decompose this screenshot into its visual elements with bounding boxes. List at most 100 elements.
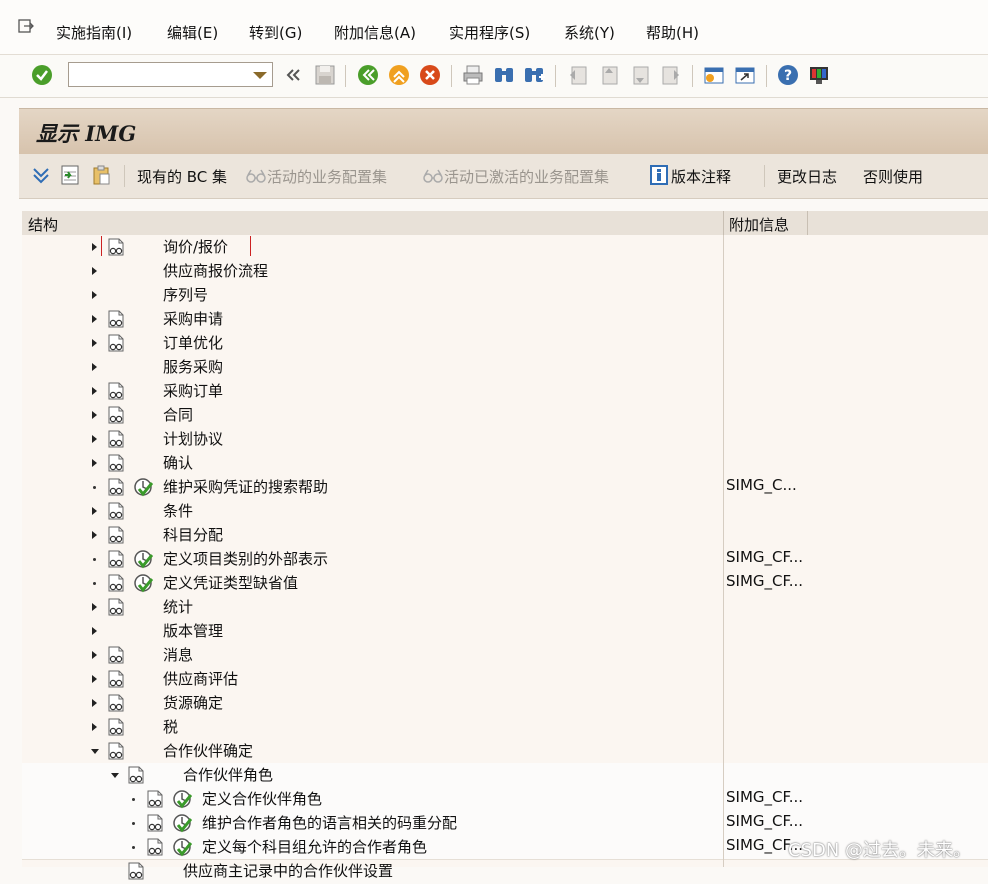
existing-bc-button[interactable]: 现有的 BC 集 [137,166,227,187]
execute-activity-icon[interactable] [172,789,193,809]
tree-node-label[interactable]: 定义凭证类型缺省值 [163,572,298,593]
next-page-icon[interactable] [628,63,652,87]
previous-page-icon[interactable] [597,63,621,87]
last-page-icon[interactable] [659,63,683,87]
documentation-icon[interactable] [108,502,124,520]
menu-item-goto[interactable]: 转到(G) [249,22,302,43]
documentation-icon[interactable] [128,862,144,880]
menu-item-extras[interactable]: 附加信息(A) [334,22,416,43]
tree-row[interactable]: 合作伙伴角色 [22,763,988,788]
expand-arrow-icon[interactable] [92,531,97,539]
tree-node-label[interactable]: 维护合作者角色的语言相关的码重分配 [202,812,457,833]
documentation-icon[interactable] [108,526,124,544]
tree-node-label[interactable]: 版本管理 [163,620,223,641]
expand-arrow-icon[interactable] [92,411,97,419]
tree-row[interactable]: 采购订单 [22,379,988,403]
tree-node-label[interactable]: 合作伙伴角色 [183,764,273,785]
tree-row[interactable]: 订单优化 [22,331,988,355]
tree-row[interactable]: 序列号 [22,283,988,307]
find-next-icon[interactable] [522,63,546,87]
execute-activity-icon[interactable] [133,573,154,593]
documentation-icon[interactable] [108,670,124,688]
execute-activity-icon[interactable] [133,549,154,569]
expand-arrow-icon[interactable] [92,507,97,515]
create-session-icon[interactable] [702,63,726,87]
tree-row[interactable]: 定义项目类别的外部表示 SIMG_CF... [22,547,988,571]
tree-row[interactable]: 条件 [22,499,988,523]
tree-node-label[interactable]: 定义每个科目组允许的合作者角色 [202,836,427,857]
tree-node-label[interactable]: 条件 [163,500,193,521]
command-field[interactable] [68,62,273,87]
cancel-icon[interactable] [418,63,442,87]
expand-arrow-icon[interactable] [92,387,97,395]
collapse-command-icon[interactable] [284,63,302,87]
enter-icon[interactable] [30,63,54,87]
tree-node-label[interactable]: 供应商主记录中的合作伙伴设置 [183,860,393,881]
clipboard-icon[interactable] [91,164,111,186]
tree-row[interactable]: 计划协议 [22,427,988,451]
tree-row[interactable]: 供应商主记录中的合作伙伴设置 [22,859,988,883]
expand-arrow-icon[interactable] [92,267,97,275]
expand-arrow-icon[interactable] [92,339,97,347]
documentation-icon[interactable] [108,478,124,496]
layout-icon[interactable] [807,63,831,87]
tree-row[interactable]: 服务采购 [22,355,988,379]
expand-arrow-icon[interactable] [92,315,97,323]
tree-node-label[interactable]: 订单优化 [163,332,223,353]
tree-row[interactable]: 货源确定 [22,691,988,715]
tree-row[interactable]: 维护合作者角色的语言相关的码重分配 SIMG_CF... [22,811,988,836]
documentation-icon[interactable] [108,574,124,592]
find-icon[interactable] [492,63,516,87]
tree-node-label[interactable]: 合同 [163,404,193,425]
documentation-icon[interactable] [108,694,124,712]
tree-node-label[interactable]: 统计 [163,596,193,617]
documentation-icon[interactable] [108,334,124,352]
tree-node-label[interactable]: 科目分配 [163,524,223,545]
menu-item-utilities[interactable]: 实用程序(S) [449,22,530,43]
menu-item-system[interactable]: 系统(Y) [564,22,615,43]
tree-row[interactable]: 消息 [22,643,988,667]
tree-row[interactable]: 确认 [22,451,988,475]
tree-node-label[interactable]: 消息 [163,644,193,665]
tree-row[interactable]: 询价/报价 [22,235,988,259]
documentation-icon[interactable] [108,310,124,328]
shortcut-icon[interactable] [733,63,757,87]
help-icon[interactable]: ? [776,63,800,87]
expand-arrow-icon[interactable] [92,723,97,731]
execute-activity-icon[interactable] [133,477,154,497]
tree-row[interactable]: 供应商评估 [22,667,988,691]
expand-arrow-icon[interactable] [92,291,97,299]
menu-item-edit[interactable]: 编辑(E) [167,22,218,43]
column-divider[interactable] [723,211,724,235]
documentation-icon[interactable] [108,742,124,760]
tree-row[interactable]: 合作伙伴确定 [22,739,988,763]
menu-item-help[interactable]: 帮助(H) [646,22,699,43]
tree-row[interactable]: 定义凭证类型缺省值 SIMG_CF... [22,571,988,595]
expand-arrow-icon[interactable] [92,363,97,371]
exit-icon[interactable] [387,63,411,87]
expand-arrow-icon[interactable] [92,675,97,683]
change-log-button[interactable]: 更改日志 [777,166,837,187]
tree-row[interactable]: 定义合作伙伴角色 SIMG_CF... [22,787,988,812]
expand-arrow-icon[interactable] [92,459,97,467]
expand-arrow-icon[interactable] [92,627,97,635]
tree-row[interactable]: 采购申请 [22,307,988,331]
expand-arrow-icon[interactable] [92,699,97,707]
tree-node-label[interactable]: 供应商报价流程 [163,260,268,281]
first-page-icon[interactable] [566,63,590,87]
menu-item-guide[interactable]: 实施指南(I) [56,22,132,43]
documentation-icon[interactable] [128,766,144,784]
active-bc-button[interactable]: 活动的业务配置集 [267,166,387,187]
expand-arrow-icon[interactable] [92,435,97,443]
documentation-icon[interactable] [108,382,124,400]
collapse-arrow-icon[interactable] [111,773,119,778]
tree-node-label[interactable]: 服务采购 [163,356,223,377]
print-icon[interactable] [461,63,485,87]
save-icon[interactable] [313,63,337,87]
documentation-icon[interactable] [147,838,163,856]
back-icon[interactable] [356,63,380,87]
column-header-structure[interactable]: 结构 [28,214,58,235]
column-divider[interactable] [807,211,808,235]
collapse-arrow-icon[interactable] [91,749,99,754]
expand-arrow-icon[interactable] [92,651,97,659]
